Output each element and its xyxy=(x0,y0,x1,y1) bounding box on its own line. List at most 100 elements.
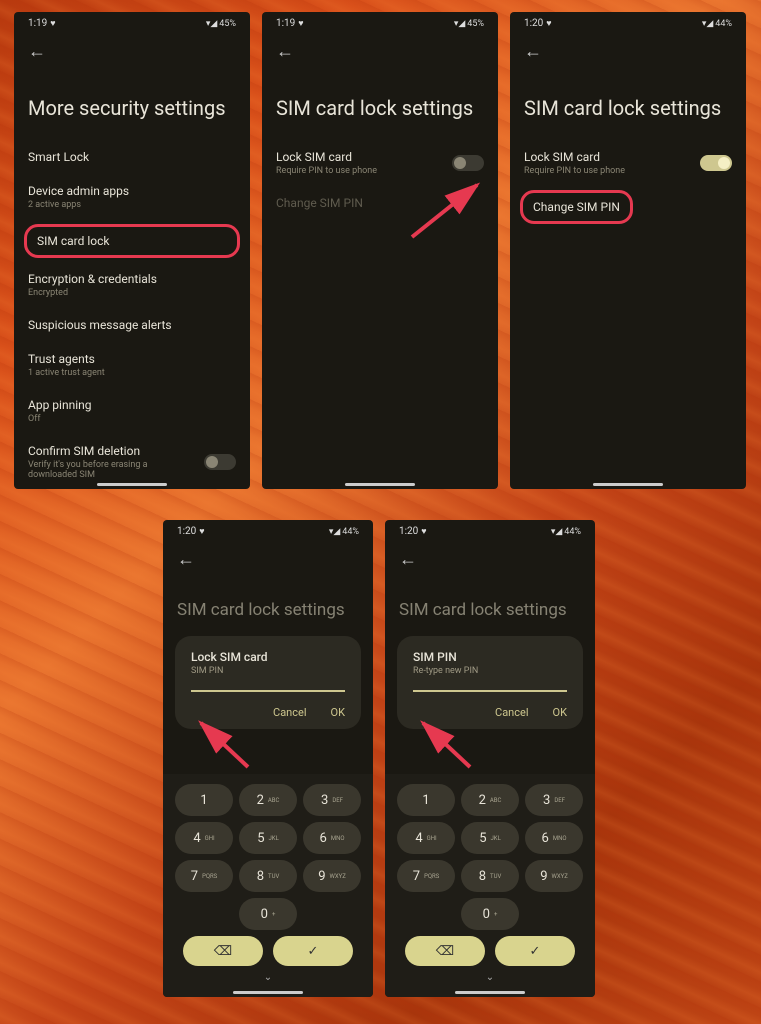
ok-button[interactable]: OK xyxy=(553,706,567,719)
heart-icon: ♥ xyxy=(199,526,204,537)
toggle-confirm-sim[interactable] xyxy=(204,454,236,470)
home-indicator[interactable] xyxy=(455,991,525,994)
screen-more-security: 1:19 ♥ ▾◢ 45% ← More security settings S… xyxy=(14,12,250,489)
signal-icon: ▾◢ xyxy=(702,19,713,29)
backspace-key[interactable]: ⌫ xyxy=(405,936,485,966)
key-6[interactable]: 6MNO xyxy=(303,822,361,854)
pin-input[interactable] xyxy=(191,690,345,692)
home-indicator[interactable] xyxy=(593,483,663,486)
screen-enter-pin: 1:20 ♥ ▾◢ 44% ← SIM card lock settings L… xyxy=(163,520,373,997)
row-change-pin: Change SIM PIN xyxy=(262,186,498,220)
enter-key[interactable]: ✓ xyxy=(495,936,575,966)
page-title: SIM card lock settings xyxy=(510,66,746,140)
dialog-title: SIM PIN xyxy=(413,650,567,664)
key-6[interactable]: 6MNO xyxy=(525,822,583,854)
row-app-pinning[interactable]: App pinning Off xyxy=(14,388,250,434)
key-5[interactable]: 5JKL xyxy=(239,822,297,854)
status-bar: 1:20 ♥ ▾◢ 44% xyxy=(510,12,746,31)
home-indicator[interactable] xyxy=(233,991,303,994)
enter-key[interactable]: ✓ xyxy=(273,936,353,966)
signal-icon: ▾◢ xyxy=(329,527,340,537)
status-time: 1:20 xyxy=(524,18,543,29)
page-title: SIM card lock settings xyxy=(163,574,373,636)
key-2[interactable]: 2ABC xyxy=(239,784,297,816)
back-button[interactable]: ← xyxy=(262,31,498,66)
signal-icon: ▾◢ xyxy=(551,527,562,537)
key-3[interactable]: 3DEF xyxy=(525,784,583,816)
key-8[interactable]: 8TUV xyxy=(239,860,297,892)
cancel-button[interactable]: Cancel xyxy=(273,706,306,719)
row-change-pin[interactable]: Change SIM PIN xyxy=(520,190,633,224)
home-indicator[interactable] xyxy=(97,483,167,486)
collapse-keyboard-icon[interactable]: ⌄ xyxy=(391,972,589,983)
battery-text: 44% xyxy=(342,527,359,537)
battery-text: 45% xyxy=(467,19,484,29)
key-8[interactable]: 8TUV xyxy=(461,860,519,892)
collapse-keyboard-icon[interactable]: ⌄ xyxy=(169,972,367,983)
status-time: 1:20 xyxy=(399,526,418,537)
back-button[interactable]: ← xyxy=(14,31,250,66)
status-time: 1:19 xyxy=(28,18,47,29)
key-9[interactable]: 9WXYZ xyxy=(525,860,583,892)
row-device-admin[interactable]: Device admin apps 2 active apps xyxy=(14,174,250,220)
key-9[interactable]: 9WXYZ xyxy=(303,860,361,892)
dialog-title: Lock SIM card xyxy=(191,650,345,664)
numeric-keypad: 1 2ABC 3DEF 4GHI 5JKL 6MNO 7PQRS 8TUV 9W… xyxy=(385,774,595,997)
key-blank xyxy=(303,898,361,930)
row-encryption[interactable]: Encryption & credentials Encrypted xyxy=(14,262,250,308)
heart-icon: ♥ xyxy=(50,18,55,29)
key-2[interactable]: 2ABC xyxy=(461,784,519,816)
row-lock-sim[interactable]: Lock SIM card Require PIN to use phone xyxy=(510,140,746,186)
home-indicator[interactable] xyxy=(345,483,415,486)
heart-icon: ♥ xyxy=(298,18,303,29)
status-bar: 1:19 ♥ ▾◢ 45% xyxy=(14,12,250,31)
key-7[interactable]: 7PQRS xyxy=(397,860,455,892)
key-7[interactable]: 7PQRS xyxy=(175,860,233,892)
page-title: SIM card lock settings xyxy=(385,574,595,636)
battery-text: 45% xyxy=(219,19,236,29)
back-button[interactable]: ← xyxy=(510,31,746,66)
status-bar: 1:20 ♥ ▾◢ 44% xyxy=(163,520,373,539)
toggle-lock-sim[interactable] xyxy=(452,155,484,171)
status-time: 1:20 xyxy=(177,526,196,537)
heart-icon: ♥ xyxy=(546,18,551,29)
row-suspicious[interactable]: Suspicious message alerts xyxy=(14,308,250,342)
key-0[interactable]: 0+ xyxy=(461,898,519,930)
battery-text: 44% xyxy=(715,19,732,29)
back-button[interactable]: ← xyxy=(163,539,373,574)
status-time: 1:19 xyxy=(276,18,295,29)
key-1[interactable]: 1 xyxy=(397,784,455,816)
screen-sim-lock-on: 1:20 ♥ ▾◢ 44% ← SIM card lock settings L… xyxy=(510,12,746,489)
screen-retype-pin: 1:20 ♥ ▾◢ 44% ← SIM card lock settings S… xyxy=(385,520,595,997)
screen-sim-lock-off: 1:19 ♥ ▾◢ 45% ← SIM card lock settings L… xyxy=(262,12,498,489)
numeric-keypad: 1 2ABC 3DEF 4GHI 5JKL 6MNO 7PQRS 8TUV 9W… xyxy=(163,774,373,997)
key-4[interactable]: 4GHI xyxy=(397,822,455,854)
dialog-subtitle: Re-type new PIN xyxy=(413,666,567,676)
heart-icon: ♥ xyxy=(421,526,426,537)
row-sim-card-lock[interactable]: SIM card lock xyxy=(24,224,240,258)
row-trust-agents[interactable]: Trust agents 1 active trust agent xyxy=(14,342,250,388)
cancel-button[interactable]: Cancel xyxy=(495,706,528,719)
backspace-key[interactable]: ⌫ xyxy=(183,936,263,966)
key-blank xyxy=(525,898,583,930)
key-1[interactable]: 1 xyxy=(175,784,233,816)
key-3[interactable]: 3DEF xyxy=(303,784,361,816)
key-5[interactable]: 5JKL xyxy=(461,822,519,854)
dialog-subtitle: SIM PIN xyxy=(191,666,345,676)
pin-dialog: Lock SIM card SIM PIN Cancel OK xyxy=(175,636,361,729)
key-blank xyxy=(175,898,233,930)
row-smart-lock[interactable]: Smart Lock xyxy=(14,140,250,174)
battery-text: 44% xyxy=(564,527,581,537)
row-confirm-sim-deletion[interactable]: Confirm SIM deletion Verify it's you bef… xyxy=(14,434,250,489)
toggle-lock-sim[interactable] xyxy=(700,155,732,171)
key-4[interactable]: 4GHI xyxy=(175,822,233,854)
row-lock-sim[interactable]: Lock SIM card Require PIN to use phone xyxy=(262,140,498,186)
page-title: More security settings xyxy=(14,66,250,140)
ok-button[interactable]: OK xyxy=(331,706,345,719)
pin-input[interactable] xyxy=(413,690,567,692)
status-bar: 1:20 ♥ ▾◢ 44% xyxy=(385,520,595,539)
key-0[interactable]: 0+ xyxy=(239,898,297,930)
wifi-icon: ▾◢ xyxy=(206,19,217,29)
back-button[interactable]: ← xyxy=(385,539,595,574)
pin-dialog: SIM PIN Re-type new PIN Cancel OK xyxy=(397,636,583,729)
